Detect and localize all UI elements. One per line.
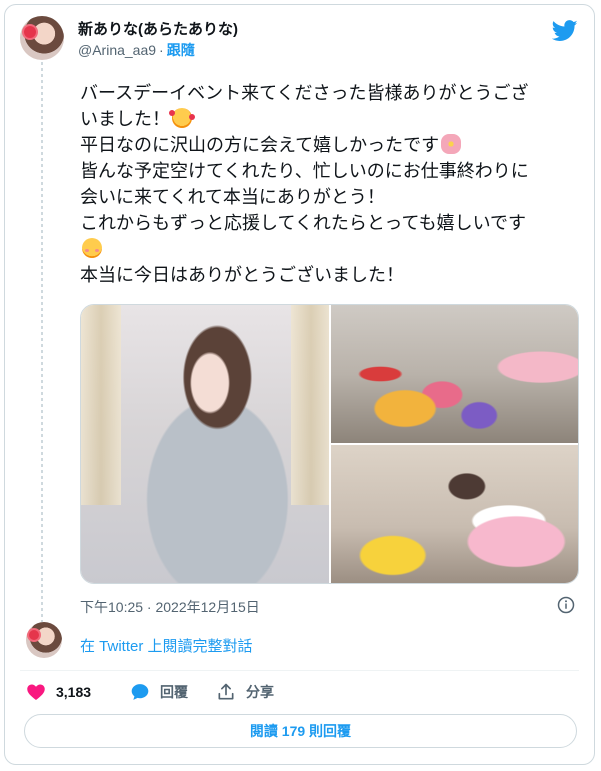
read-conversation-link[interactable]: 在 Twitter 上閱讀完整對話 <box>80 635 253 656</box>
author-avatar-small[interactable] <box>26 622 62 658</box>
thread-line <box>41 62 43 622</box>
tweet-line: これからもずっと応援してくれたらとっても嬉しいです <box>80 213 527 233</box>
share-button[interactable]: 分享 <box>216 682 274 702</box>
tweet-line: 会いに来てくれて本当にありがとう！ <box>80 187 385 207</box>
smiling-face-with-hearts-icon <box>169 108 192 128</box>
smiling-face-with-blush-icon <box>82 238 102 258</box>
heart-icon <box>27 684 45 700</box>
twitter-bird-icon[interactable] <box>552 20 578 42</box>
tweet-line: 本当に今日はありがとうございました！ <box>80 265 404 285</box>
tweet-line: いました！ <box>80 106 580 132</box>
tweet-text: バースデーイベント来てくださった皆様ありがとうござ いました！ 平日なのに沢山の… <box>80 80 580 288</box>
reply-button[interactable]: 回覆 <box>130 682 188 702</box>
author-avatar[interactable] <box>20 16 64 60</box>
author-display-name[interactable]: 新ありな(あらたありな) <box>78 18 238 39</box>
tweet-line: 皆んな予定空けてくれたり、忙しいのにお仕事終わりに <box>80 161 529 181</box>
cherry-blossom-icon <box>441 134 462 154</box>
tweet-timestamp[interactable]: 下午10:25 · 2022年12月15日 <box>80 597 260 617</box>
follow-link[interactable]: 跟隨 <box>167 42 195 58</box>
info-icon[interactable] <box>557 596 575 614</box>
like-count: 3,183 <box>56 684 92 700</box>
author-handle[interactable]: @Arina_aa9 <box>78 42 156 58</box>
divider <box>20 670 579 671</box>
photo-portrait[interactable] <box>81 305 329 583</box>
tweet-line <box>80 236 580 262</box>
share-icon <box>218 683 234 700</box>
photo-cake[interactable] <box>331 445 578 583</box>
reply-label: 回覆 <box>160 684 188 700</box>
reply-bubble-icon <box>131 684 149 700</box>
photo-gifts[interactable] <box>331 305 578 443</box>
tweet-line: 平日なのに沢山の方に会えて嬉しかったです <box>80 132 580 158</box>
like-button[interactable]: 3,183 <box>26 682 91 702</box>
read-replies-button[interactable]: 閱讀 179 則回覆 <box>24 714 577 748</box>
share-label: 分享 <box>246 684 274 700</box>
tweet-line: バースデーイベント来てくださった皆様ありがとうござ <box>80 83 529 103</box>
media-grid <box>80 304 579 584</box>
author-handle-line: @Arina_aa9 · 跟隨 <box>78 40 195 60</box>
handle-separator: · <box>159 42 164 58</box>
